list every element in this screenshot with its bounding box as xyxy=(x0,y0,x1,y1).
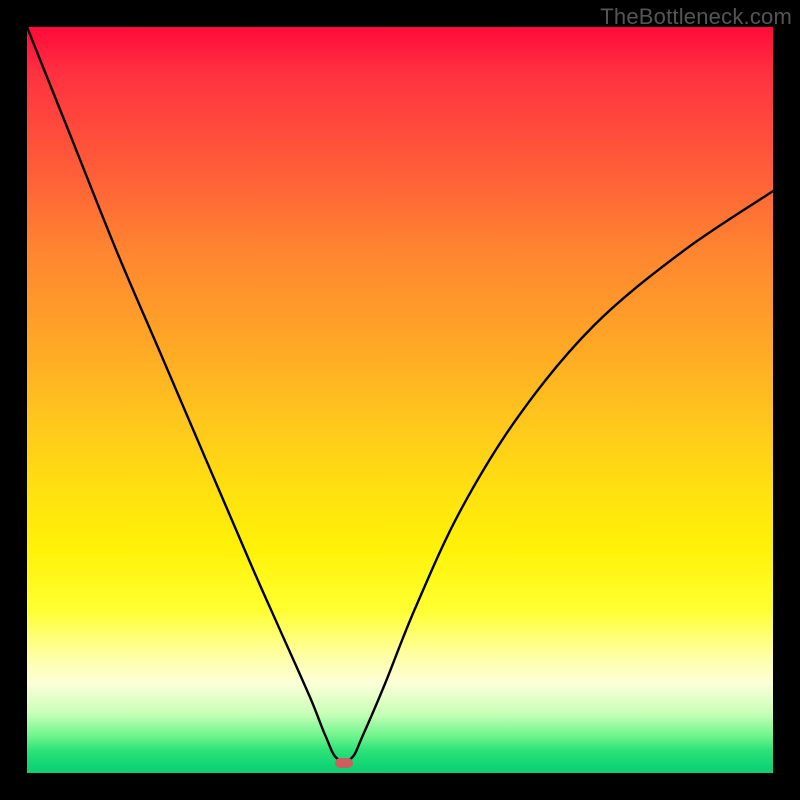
optimal-marker xyxy=(335,758,353,768)
watermark-text: TheBottleneck.com xyxy=(600,4,792,30)
bottleneck-curve xyxy=(27,27,773,773)
chart-plot-area xyxy=(27,27,773,773)
